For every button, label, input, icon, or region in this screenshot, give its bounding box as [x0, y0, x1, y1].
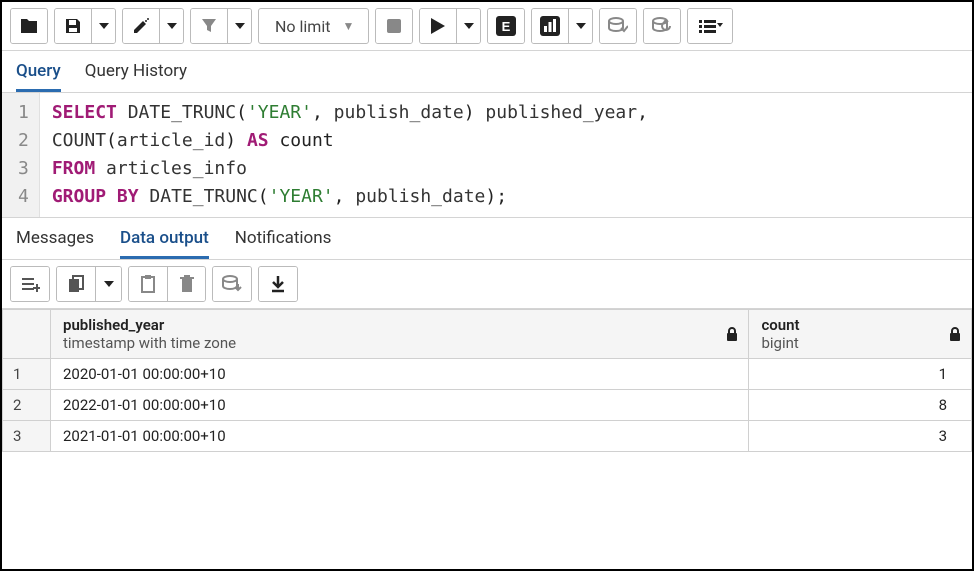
macros-button[interactable]	[688, 9, 732, 43]
limit-label: No limit	[275, 17, 330, 36]
column-header-count[interactable]: count bigint	[749, 310, 972, 359]
execute-button[interactable]	[420, 9, 456, 43]
save-button[interactable]	[55, 9, 91, 43]
result-toolbar	[2, 260, 972, 309]
main-toolbar: No limit ▼ E	[2, 2, 972, 51]
editor-code[interactable]: SELECT DATE_TRUNC('YEAR', publish_date) …	[40, 93, 660, 217]
tab-query-history[interactable]: Query History	[85, 61, 187, 92]
filter-button[interactable]	[191, 9, 227, 43]
analyze-button[interactable]	[532, 9, 568, 43]
result-tabs: Messages Data output Notifications	[2, 217, 972, 260]
analyze-dropdown[interactable]	[568, 9, 592, 43]
delete-button[interactable]	[167, 267, 205, 301]
add-row-button[interactable]	[11, 267, 49, 301]
rownum-header	[3, 310, 51, 359]
download-button[interactable]	[259, 267, 297, 301]
tab-notifications[interactable]: Notifications	[235, 228, 332, 259]
caret-down-icon: ▼	[342, 19, 354, 33]
lock-icon	[949, 327, 961, 341]
copy-dropdown[interactable]	[95, 267, 121, 301]
edit-button[interactable]	[123, 9, 159, 43]
lock-icon	[726, 327, 738, 341]
stop-button[interactable]	[376, 9, 412, 43]
open-file-button[interactable]	[11, 9, 47, 43]
save-dropdown[interactable]	[91, 9, 115, 43]
tab-messages[interactable]: Messages	[16, 228, 94, 259]
sql-editor[interactable]: 1 2 3 4 SELECT DATE_TRUNC('YEAR', publis…	[2, 93, 972, 217]
commit-button[interactable]	[600, 9, 636, 43]
editor-gutter: 1 2 3 4	[2, 93, 40, 217]
query-tabs: Query Query History	[2, 51, 972, 93]
svg-text:E: E	[502, 19, 511, 34]
copy-button[interactable]	[57, 267, 95, 301]
data-grid[interactable]: published_year timestamp with time zone …	[2, 309, 972, 452]
table-row[interactable]: 2 2022-01-01 00:00:00+10 8	[3, 390, 972, 421]
edit-dropdown[interactable]	[159, 9, 183, 43]
table-row[interactable]: 1 2020-01-01 00:00:00+10 1	[3, 359, 972, 390]
limit-select[interactable]: No limit ▼	[258, 8, 369, 44]
tab-data-output[interactable]: Data output	[120, 228, 209, 259]
tab-query[interactable]: Query	[16, 61, 61, 92]
explain-button[interactable]: E	[488, 9, 524, 43]
column-header-published-year[interactable]: published_year timestamp with time zone	[51, 310, 749, 359]
paste-button[interactable]	[129, 267, 167, 301]
save-data-button[interactable]	[213, 267, 251, 301]
rollback-button[interactable]	[644, 9, 680, 43]
execute-dropdown[interactable]	[456, 9, 480, 43]
table-row[interactable]: 3 2021-01-01 00:00:00+10 3	[3, 421, 972, 452]
filter-dropdown[interactable]	[227, 9, 251, 43]
